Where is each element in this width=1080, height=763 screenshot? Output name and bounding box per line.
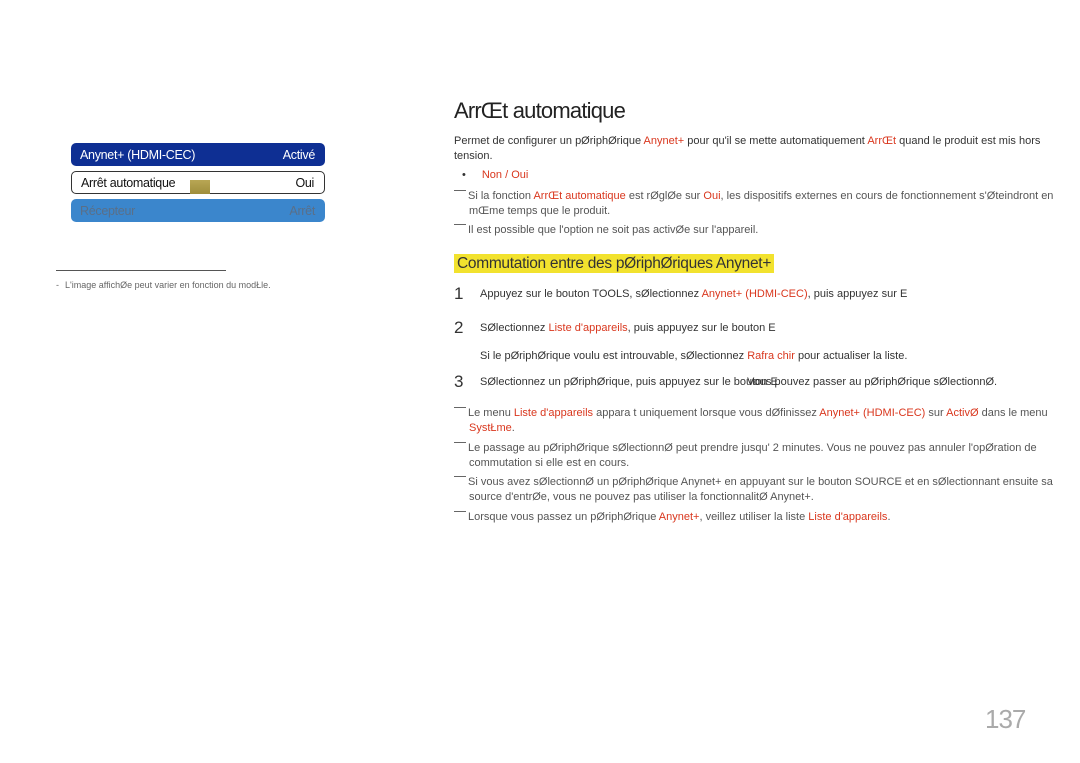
note-text: sur	[925, 407, 947, 419]
step-text-part: , puis appuyez sur le bouton E	[627, 322, 776, 334]
note-text: Le passage au pØriphØrique sØlectionnØ p…	[468, 442, 1037, 454]
note-text: Si la fonction	[468, 190, 534, 202]
note-text: , les dispositifs externes en cours de f…	[720, 190, 1054, 202]
step-text-part: , puis appuyez sur E	[807, 288, 908, 300]
osd-item-label: Anynet+ (HDMI-CEC)	[80, 147, 196, 162]
step-text-part: pour actualiser la liste.	[794, 350, 908, 362]
options-values: Non / Oui	[481, 169, 529, 181]
step-text-part: Si le pØriphØrique voulu est introuvable…	[480, 350, 748, 362]
step-text-part: Appuyez sur le bouton TOOLS, sØlectionne…	[480, 288, 702, 300]
note-text: appara t uniquement lorsque vous dØfinis…	[593, 407, 820, 419]
step-term: Liste d'appareils	[548, 322, 628, 334]
note-text: Il est possible que l'option ne soit pas…	[468, 224, 759, 236]
note-term: ActivØ	[946, 407, 979, 419]
note-term: SystŁme	[469, 422, 512, 434]
note-term: Liste d'appareils	[808, 511, 888, 523]
bullet-icon: •	[462, 169, 466, 181]
note-2: Il est possible que l'option ne soit pas…	[454, 223, 1074, 238]
note-text: commutation si elle est en cours.	[469, 457, 630, 469]
osd-item-anynet[interactable]: Anynet+ (HDMI-CEC) Activé	[71, 143, 325, 166]
note-text: source d'entrØe, vous ne pouvez pas util…	[469, 491, 814, 503]
section-note-1: Le menu Liste d'appareils appara t uniqu…	[454, 406, 1074, 436]
osd-item-value: Oui	[295, 175, 314, 190]
note-mark-icon	[454, 476, 466, 477]
step-term: Rafra chir	[747, 350, 795, 362]
note-text: Lorsque vous passez un pØriphØrique	[468, 511, 659, 523]
options-bullet: • Non / Oui	[462, 168, 528, 183]
section-note-2: Le passage au pØriphØrique sØlectionnØ p…	[454, 441, 1074, 471]
note-term: Liste d'appareils	[513, 407, 594, 419]
note-1: Si la fonction ArrŒt automatique est rØg…	[454, 189, 1074, 219]
step-number: 3	[454, 372, 464, 391]
intro-text: pour qu'il se mette automatiquement	[684, 135, 868, 147]
note-term: Oui	[703, 190, 721, 202]
step-subtext: Si le pØriphØrique voulu est introuvable…	[480, 350, 907, 362]
osd-item-value: Arrêt	[289, 203, 315, 218]
note-mark-icon	[454, 442, 466, 443]
note-text: .	[887, 511, 891, 523]
osd-cursor-icon	[190, 180, 210, 194]
osd-item-label: Arrêt automatique	[81, 175, 176, 190]
intro-text: tension.	[454, 150, 493, 162]
footnote-divider	[56, 270, 226, 271]
footnote-dash: -	[56, 280, 59, 290]
osd-item-label: Récepteur	[80, 203, 135, 218]
note-term: Anynet+	[658, 511, 700, 523]
osd-item-value: Activé	[282, 147, 316, 162]
note-text: Le menu	[468, 407, 514, 419]
note-text: .	[511, 422, 515, 434]
step-number: 1	[454, 284, 464, 303]
note-mark-icon	[454, 224, 466, 225]
step-text: Vous pouvez passer au pØriphØrique sØlec…	[747, 376, 998, 388]
note-text: dans le menu	[978, 407, 1048, 419]
intro-paragraph: Permet de configurer un pØriphØrique Any…	[454, 134, 1074, 164]
intro-text: quand le produit est mis hors	[896, 135, 1041, 147]
step-text-part: SØlectionnez	[480, 322, 549, 334]
arret-term: ArrŒt	[867, 135, 897, 147]
note-mark-icon	[454, 407, 466, 408]
note-term: Anynet+ (HDMI-CEC)	[819, 407, 926, 419]
intro-text: Permet de configurer un pØriphØrique	[454, 135, 644, 147]
note-mark-icon	[454, 190, 466, 191]
note-text: mŒme temps que le produit.	[469, 205, 611, 217]
note-text: Si vous avez sØlectionnØ un pØriphØrique…	[468, 476, 1053, 488]
osd-item-receiver: Récepteur Arrêt	[71, 199, 325, 222]
page-number: 137	[985, 704, 1026, 734]
footnote: - L'image affichØe peut varier en fonctio…	[56, 280, 271, 290]
step-text: Appuyez sur le bouton TOOLS, sØlectionne…	[480, 288, 907, 300]
footnote-text: L'image affichØe peut varier en fonction…	[65, 280, 271, 290]
anynet-link: Anynet+	[643, 135, 685, 147]
note-text: , veillez utiliser la liste	[699, 511, 809, 523]
step-text: SØlectionnez un pØriphØrique, puis appuy…	[480, 376, 778, 388]
section-note-3: Si vous avez sØlectionnØ un pØriphØrique…	[454, 475, 1074, 505]
note-term: ArrŒt automatique	[533, 190, 626, 202]
page-title: ArrŒt automatique	[454, 98, 626, 123]
section-note-4: Lorsque vous passez un pØriphØrique Anyn…	[454, 510, 1074, 525]
step-term: Anynet+ (HDMI-CEC)	[701, 288, 808, 300]
step-number: 2	[454, 318, 464, 337]
note-mark-icon	[454, 511, 466, 512]
note-text: est rØglØe sur	[625, 190, 704, 202]
step-text: SØlectionnez Liste d'appareils, puis app…	[480, 322, 776, 334]
section-heading: Commutation entre des pØriphØriques Anyn…	[454, 254, 775, 273]
